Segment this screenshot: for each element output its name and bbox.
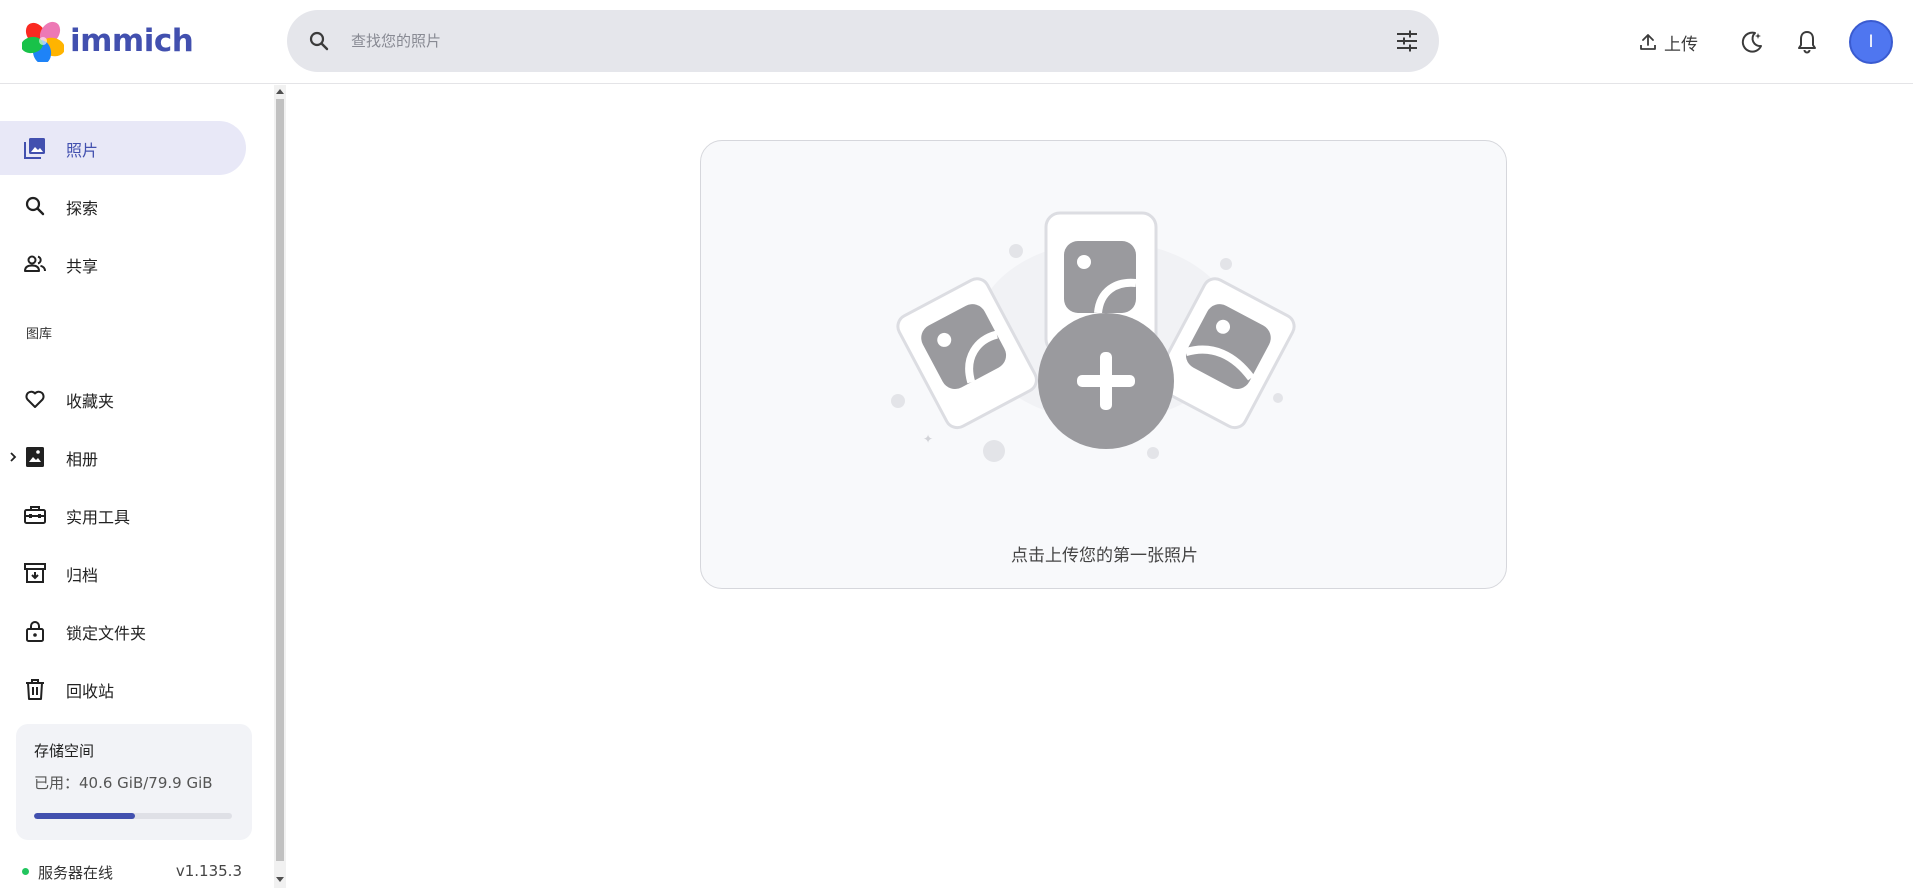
sidebar-item-label: 回收站 xyxy=(66,682,115,701)
sidebar-item-label: 锁定文件夹 xyxy=(66,624,147,643)
trash-icon xyxy=(26,679,44,700)
server-version[interactable]: v1.135.3 xyxy=(176,862,242,880)
search-icon xyxy=(25,196,45,216)
toolbox-icon xyxy=(24,506,46,524)
storage-used-text: 已用：40.6 GiB/79.9 GiB xyxy=(34,774,213,792)
sidebar-item-trash[interactable]: 回收站 xyxy=(0,662,246,716)
immich-logo[interactable]: immich xyxy=(22,20,194,62)
search-input[interactable] xyxy=(351,28,1251,54)
album-icon xyxy=(26,447,44,467)
top-bar: immich 上传 xyxy=(0,0,1913,84)
sidebar-item-label: 照片 xyxy=(66,141,99,160)
server-status: 服务器在线 v1.135.3 xyxy=(20,860,242,884)
chevron-right-icon[interactable] xyxy=(7,449,19,465)
logo-text: immich xyxy=(70,23,194,59)
sidebar: 照片 探索 共享 图库 收藏夹 相册 实用工具 归档 锁定文件夹 回收站 存储空… xyxy=(0,85,274,888)
sidebar-item-label: 相册 xyxy=(66,450,99,469)
notifications-button[interactable] xyxy=(1789,24,1825,60)
storage-title: 存储空间 xyxy=(34,742,95,760)
upload-icon xyxy=(1640,34,1656,50)
bell-icon xyxy=(1798,31,1816,54)
sidebar-item-locked-folder[interactable]: 锁定文件夹 xyxy=(0,604,246,658)
lock-icon xyxy=(26,621,44,642)
archive-icon xyxy=(24,563,46,583)
upload-label: 上传 xyxy=(1664,34,1698,55)
people-icon xyxy=(24,255,46,272)
scrollbar-thumb[interactable] xyxy=(276,99,284,861)
sidebar-item-label: 归档 xyxy=(66,566,99,585)
search-options-icon[interactable] xyxy=(1395,29,1419,53)
sidebar-item-explore[interactable]: 探索 xyxy=(0,179,246,233)
main-content: ✦ 点击上传您的第一张照片 xyxy=(286,85,1913,888)
theme-toggle-button[interactable] xyxy=(1734,24,1770,60)
upload-illustration: ✦ xyxy=(891,211,1296,462)
sidebar-item-archive[interactable]: 归档 xyxy=(0,546,246,600)
heart-icon xyxy=(25,390,45,408)
library-section-title: 图库 xyxy=(26,327,53,342)
photos-icon xyxy=(24,138,45,159)
scroll-up-arrow[interactable] xyxy=(276,89,284,94)
svg-text:✦: ✦ xyxy=(923,432,933,446)
upload-button[interactable]: 上传 xyxy=(1630,24,1706,60)
sidebar-item-albums[interactable]: 相册 xyxy=(0,430,246,484)
storage-panel: 存储空间 已用：40.6 GiB/79.9 GiB xyxy=(16,724,252,840)
sidebar-scrollbar[interactable] xyxy=(274,85,286,888)
user-avatar[interactable]: I xyxy=(1849,20,1893,64)
sidebar-item-label: 实用工具 xyxy=(66,508,131,527)
server-status-label: 服务器在线 xyxy=(38,864,114,882)
search-bar[interactable] xyxy=(287,10,1439,72)
server-online-dot xyxy=(22,868,29,875)
sidebar-item-favorites[interactable]: 收藏夹 xyxy=(0,372,246,426)
sidebar-item-label: 共享 xyxy=(66,257,99,276)
search-icon[interactable] xyxy=(307,29,331,53)
storage-progress-fill xyxy=(34,813,135,819)
sidebar-item-utilities[interactable]: 实用工具 xyxy=(0,488,246,542)
sidebar-item-photos[interactable]: 照片 xyxy=(0,121,246,175)
sidebar-item-sharing[interactable]: 共享 xyxy=(0,237,246,291)
dark-mode-icon xyxy=(1741,31,1762,53)
sidebar-item-label: 探索 xyxy=(66,199,99,218)
empty-state-message: 点击上传您的第一张照片 xyxy=(1011,546,1198,566)
immich-logo-icon xyxy=(22,21,64,62)
sidebar-item-label: 收藏夹 xyxy=(66,392,115,411)
storage-progress-bar xyxy=(34,813,232,819)
empty-upload-card[interactable]: ✦ 点击上传您的第一张照片 xyxy=(700,140,1507,589)
scroll-down-arrow[interactable] xyxy=(276,877,284,882)
